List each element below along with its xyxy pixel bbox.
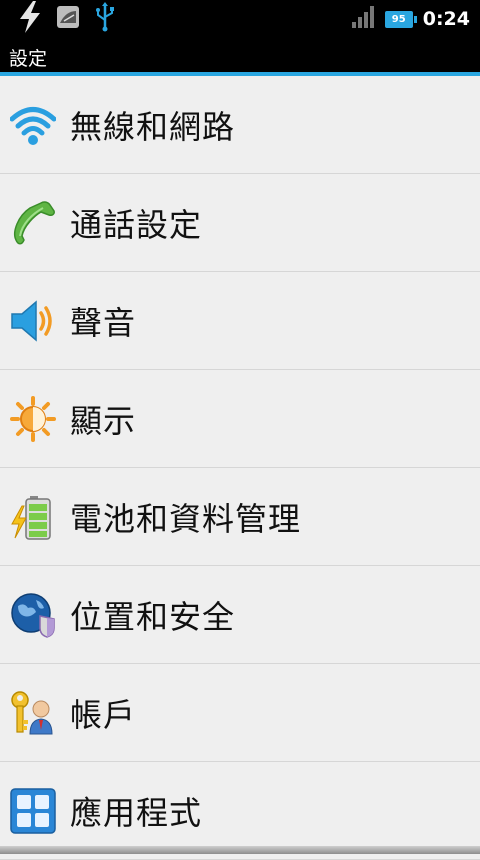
settings-item-label: 無線和網路	[70, 102, 235, 148]
settings-item-label: 通話設定	[70, 200, 202, 246]
flash-icon	[18, 1, 42, 37]
settings-item-label: 顯示	[70, 396, 136, 442]
phone-handset-icon	[10, 200, 56, 246]
settings-item-location-security[interactable]: 位置和安全	[0, 566, 480, 664]
status-bar: 95 0:24	[0, 0, 480, 38]
notification-image-icon	[56, 5, 80, 33]
title-bar: 設定	[0, 38, 480, 72]
clock: 0:24	[423, 8, 470, 30]
settings-item-call-settings[interactable]: 通話設定	[0, 174, 480, 272]
settings-list: 無線和網路 通話設定 聲音	[0, 76, 480, 860]
wifi-icon	[10, 102, 56, 148]
battery-level: 95	[392, 14, 406, 25]
settings-item-sound[interactable]: 聲音	[0, 272, 480, 370]
settings-item-accounts[interactable]: 帳戶	[0, 664, 480, 762]
settings-item-label: 應用程式	[70, 788, 202, 834]
signal-strength-icon	[351, 5, 375, 33]
battery-charging-icon	[10, 494, 56, 540]
brightness-sun-icon	[10, 396, 56, 442]
list-bottom-edge	[0, 846, 480, 854]
account-key-icon	[10, 690, 56, 736]
applications-grid-icon	[10, 788, 56, 834]
globe-shield-icon	[10, 592, 56, 638]
settings-item-label: 電池和資料管理	[70, 494, 301, 540]
battery-icon: 95	[385, 11, 413, 28]
usb-icon	[94, 2, 116, 36]
settings-item-battery-data[interactable]: 電池和資料管理	[0, 468, 480, 566]
settings-item-label: 聲音	[70, 298, 136, 344]
settings-item-wireless-networks[interactable]: 無線和網路	[0, 76, 480, 174]
settings-item-label: 帳戶	[70, 690, 136, 736]
settings-item-label: 位置和安全	[70, 592, 235, 638]
speaker-icon	[10, 298, 56, 344]
settings-item-display[interactable]: 顯示	[0, 370, 480, 468]
notification-area[interactable]	[18, 2, 116, 36]
page-title: 設定	[9, 44, 47, 71]
